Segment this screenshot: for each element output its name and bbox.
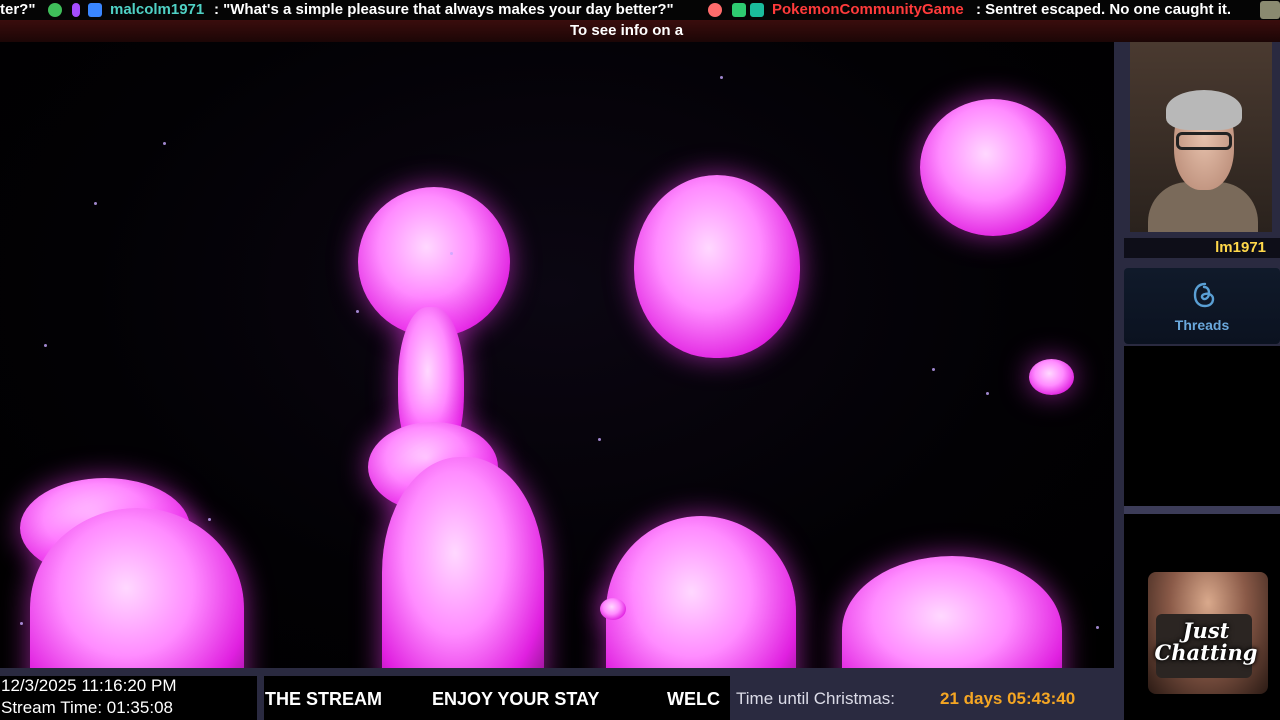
threads-link[interactable]: Threads [1124,268,1280,344]
threads-label: Threads [1174,317,1230,333]
pokemon-sprite-icon [1260,1,1280,19]
lava-blob [382,457,544,668]
wrench-icon [732,3,746,17]
info-banner-text: To see info on a [570,22,684,39]
christmas-countdown: Time until Christmas: 21 days 05:43:40 [730,682,1112,716]
bubble-speck [720,76,723,79]
bubble-speck [163,142,166,145]
webcam-name-label: lm1971 [1124,238,1280,258]
ticker-user2-message: : Sentret escaped. No one caught it. [976,1,1232,18]
lava-blob [634,175,800,358]
bubble-speck [932,368,935,371]
lava-blob [1029,359,1074,395]
category-badge: Just Chatting [1124,514,1280,720]
lava-blob [842,556,1062,668]
webcam-person-glasses [1176,132,1232,150]
lava-blob [920,99,1066,236]
current-datetime: 12/3/2025 11:16:20 PM [1,676,177,695]
marquee-item: WELC [667,689,720,709]
lava-lamp-video [0,42,1114,668]
webcam-person-hair [1166,90,1242,130]
threads-icon [1193,282,1215,308]
lava-blob [606,516,796,668]
bubble-speck [356,310,359,313]
marquee-item: ENJOY YOUR STAY [432,689,600,709]
bubble-speck [208,518,211,521]
bubble-speck [1096,626,1099,629]
mic-icon [72,3,80,17]
bubble-speck [986,392,989,395]
bubble-speck [20,622,23,625]
bot-icon [750,3,764,17]
hammer-icon [88,3,102,17]
pokeball-icon [708,3,722,17]
bubble-speck [44,344,47,347]
ticker-user2-name[interactable]: PokemonCommunityGame [772,0,964,20]
chat-ticker: ter?" malcolm1971 : "What's a simple ple… [0,0,1280,20]
ticker-lead-fragment: ter?" [0,1,36,18]
info-banner: To see info on a [0,20,1280,42]
ticker-user1-message: : "What's a simple pleasure that always … [214,1,674,18]
chat-panel [1124,346,1280,506]
bubble-speck [94,202,97,205]
lava-blob [600,598,626,620]
bubble-speck [450,252,453,255]
countdown-label: Time until Christmas: [736,689,896,708]
welcome-marquee: THE STREAM ENJOY YOUR STAY WELC [264,676,730,720]
bubble-speck [598,438,601,441]
clock-panel: 12/3/2025 11:16:20 PM Stream Time: 01:35… [0,676,257,720]
category-label: Just Chatting [1154,618,1258,665]
ticker-user1-name[interactable]: malcolm1971 [110,0,204,20]
webcam-feed [1130,42,1272,232]
stream-time: Stream Time: 01:35:08 [1,698,173,717]
panel-divider [1124,506,1280,514]
gem-icon [48,3,62,17]
countdown-value: 21 days 05:43:40 [940,689,1076,708]
marquee-item: THE STREAM [265,689,382,709]
